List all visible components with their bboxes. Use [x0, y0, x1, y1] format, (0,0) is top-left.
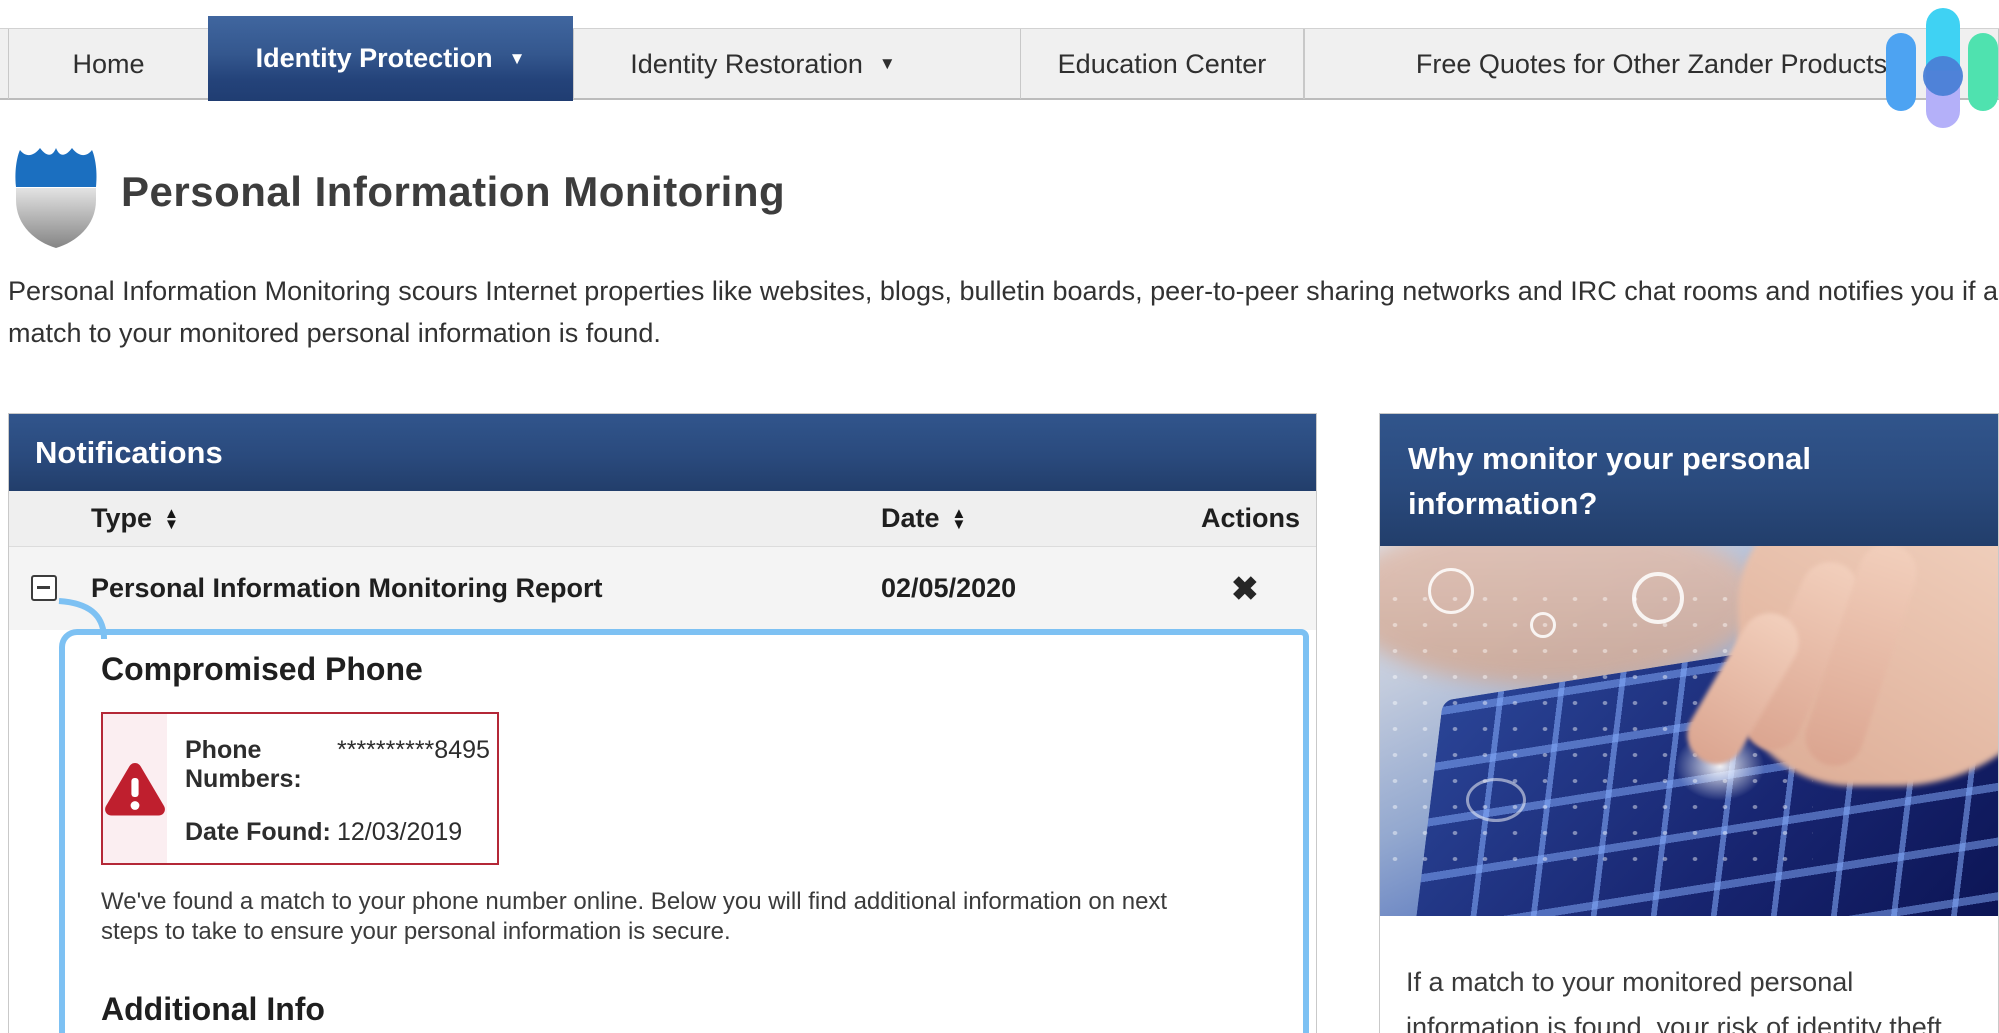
nav-tab-label: Identity Protection [256, 43, 493, 74]
top-navigation: Home Identity Protection ▼ Identity Rest… [0, 28, 1999, 100]
column-header-date[interactable]: Date ▲▼ [881, 491, 966, 546]
nav-tab-education-center[interactable]: Education Center [1020, 29, 1304, 99]
notifications-table-header: Type ▲▼ Date ▲▼ Actions [9, 491, 1316, 547]
sort-icon: ▲▼ [952, 508, 967, 530]
shield-icon [10, 138, 102, 255]
assistant-bar-icon [1886, 33, 1916, 111]
sort-icon: ▲▼ [164, 508, 179, 530]
collapse-icon[interactable] [31, 575, 57, 601]
alert-details: Phone Numbers: **********8495 Date Found… [167, 714, 506, 863]
nav-tab-identity-protection[interactable]: Identity Protection ▼ [208, 16, 573, 101]
chevron-down-icon: ▼ [879, 54, 896, 74]
phone-label: Phone Numbers: [185, 736, 337, 794]
nav-tab-home[interactable]: Home [8, 29, 208, 99]
page-title: Personal Information Monitoring [121, 168, 785, 216]
assistant-dot-icon [1923, 56, 1963, 96]
column-header-type[interactable]: Type ▲▼ [91, 491, 179, 546]
column-header-actions: Actions [1201, 491, 1300, 546]
notifications-panel: Notifications Type ▲▼ Date ▲▼ Actions Pe… [8, 413, 1317, 1033]
page-description: Personal Information Monitoring scours I… [8, 270, 1998, 354]
close-icon[interactable]: ✖ [1231, 569, 1259, 608]
notification-actions: ✖ [1231, 547, 1259, 630]
warning-icon-cell [103, 714, 167, 863]
why-monitor-panel: Why monitor your personal information? I… [1379, 413, 1999, 1033]
additional-info-heading: Additional Info [101, 991, 1273, 1028]
notifications-panel-header: Notifications [9, 414, 1316, 491]
nav-tab-label: Home [72, 49, 144, 80]
nav-tab-label: Education Center [1058, 49, 1267, 80]
photo-ring [1428, 568, 1474, 614]
date-found-label: Date Found: [185, 818, 337, 847]
why-monitor-text: If a match to your monitored personal in… [1380, 916, 1998, 1033]
why-monitor-header: Why monitor your personal information? [1380, 414, 1998, 546]
voice-assistant-widget[interactable] [1878, 6, 1999, 128]
notification-date: 02/05/2020 [881, 547, 1016, 630]
date-found-value: 12/03/2019 [337, 818, 462, 847]
nav-tab-label: Free Quotes for Other Zander Products [1416, 49, 1887, 80]
photo-ring [1530, 612, 1556, 638]
detail-heading: Compromised Phone [101, 651, 1273, 688]
assistant-bar-icon [1968, 33, 1998, 111]
nav-tab-label: Identity Restoration [630, 49, 863, 80]
notification-row[interactable]: Personal Information Monitoring Report 0… [9, 547, 1316, 630]
detail-message: We've found a match to your phone number… [101, 887, 1273, 947]
chevron-down-icon: ▼ [509, 49, 526, 69]
bubble-tail-icon [57, 595, 109, 639]
photo-ring [1466, 778, 1526, 822]
phone-value: **********8495 [337, 736, 490, 794]
warning-triangle-icon [103, 760, 167, 818]
compromised-alert-box: Phone Numbers: **********8495 Date Found… [101, 712, 499, 865]
nav-tab-identity-restoration[interactable]: Identity Restoration ▼ [573, 29, 952, 99]
notification-detail-panel: Compromised Phone Phone Numbers: *******… [59, 629, 1309, 1033]
keyboard-photo [1380, 546, 1998, 916]
photo-ring [1632, 572, 1684, 624]
notification-type: Personal Information Monitoring Report [91, 547, 603, 630]
